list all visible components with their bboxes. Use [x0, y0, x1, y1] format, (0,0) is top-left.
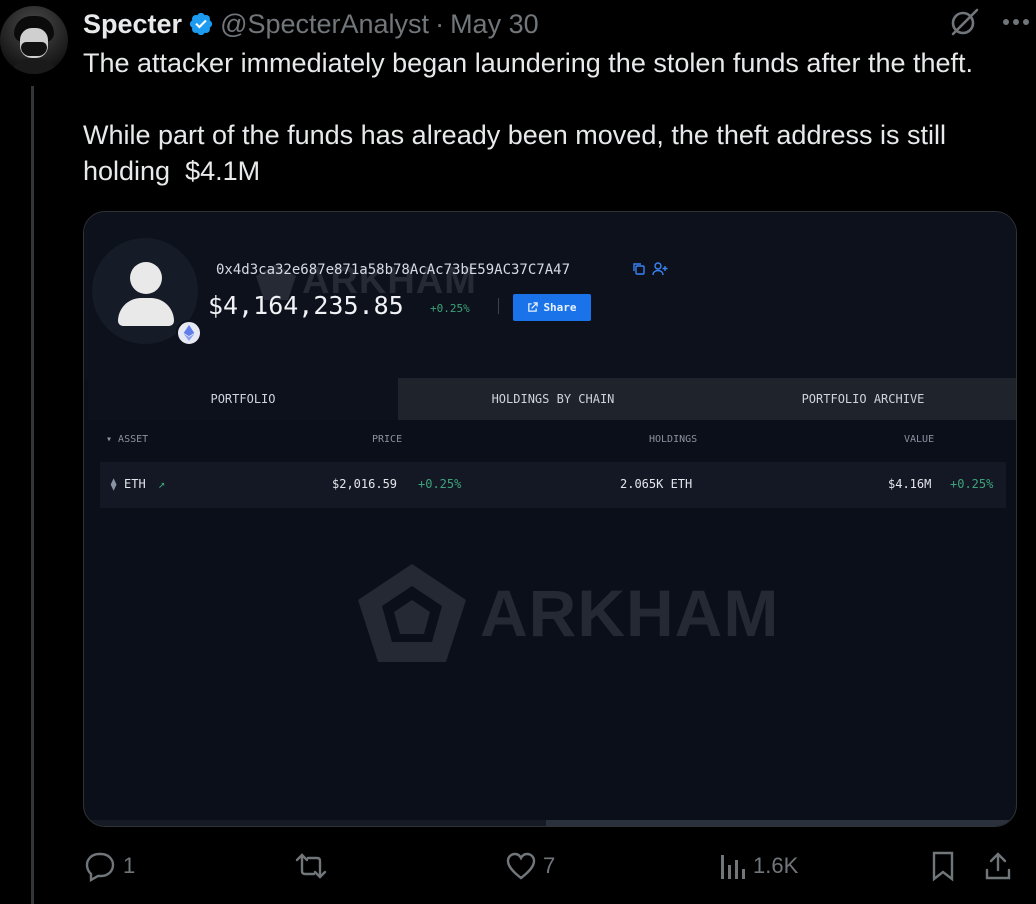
wallet-balance: $4,164,235.85	[208, 291, 404, 320]
reply-count: 1	[123, 853, 136, 878]
ethereum-icon	[176, 320, 202, 346]
action-bar: 1 7 1.6K	[83, 846, 1017, 886]
reply-button[interactable]: 1	[83, 850, 135, 882]
portfolio-tabs: PORTFOLIO HOLDINGS BY CHAIN PORTFOLIO AR…	[88, 378, 1016, 420]
asset-name[interactable]: ETH	[124, 477, 146, 491]
verified-badge-icon	[188, 11, 214, 37]
balance-change: +0.25%	[430, 302, 470, 315]
author-name[interactable]: Specter	[83, 9, 182, 40]
header-actions	[948, 6, 1030, 38]
tweet-header: Specter @SpecterAnalyst · May 30	[83, 7, 539, 41]
tab-portfolio[interactable]: PORTFOLIO	[88, 378, 398, 420]
share-post-icon	[985, 852, 1011, 880]
column-price[interactable]: PRICE	[372, 434, 402, 445]
add-user-icon[interactable]	[652, 262, 668, 281]
asset-holdings: 2.065K ETH	[620, 477, 693, 491]
like-button[interactable]: 7	[505, 851, 555, 881]
bookmark-icon	[932, 851, 954, 882]
media-image[interactable]: ARKHAM 0x4d3ca32e687e871a58b78AcAc73bE59…	[83, 211, 1017, 827]
asset-price: $2,016.59	[332, 477, 398, 491]
author-avatar[interactable]	[0, 6, 68, 74]
value-change: +0.25%	[950, 477, 994, 491]
share-post-button[interactable]	[983, 850, 1013, 882]
arkham-logo-icon	[358, 564, 466, 662]
share-button[interactable]: Share	[513, 294, 591, 321]
author-handle[interactable]: @SpecterAnalyst	[220, 9, 429, 40]
tab-portfolio-archive[interactable]: PORTFOLIO ARCHIVE	[708, 378, 1016, 420]
trend-icon: ↗	[158, 477, 166, 491]
views-button[interactable]: 1.6K	[717, 851, 798, 881]
eth-icon: ⧫	[110, 477, 118, 491]
views-count: 1.6K	[753, 853, 799, 878]
grok-icon[interactable]	[948, 6, 980, 38]
address-actions	[632, 262, 668, 281]
sort-down-icon: ▾	[106, 434, 119, 445]
tweet-text: The attacker immediately began launderin…	[83, 48, 974, 186]
repost-icon	[295, 853, 327, 879]
post-date[interactable]: May 30	[450, 9, 539, 40]
column-asset[interactable]: ▾ ASSET	[106, 434, 148, 445]
bookmark-button[interactable]	[929, 850, 957, 882]
views-icon	[721, 855, 745, 879]
heart-icon	[506, 852, 536, 880]
like-count: 7	[543, 853, 556, 878]
asset-value: $4.16M	[888, 477, 932, 491]
price-change: +0.25%	[418, 477, 462, 491]
entity-header: ARKHAM 0x4d3ca32e687e871a58b78AcAc73bE59…	[84, 212, 1016, 378]
repost-button[interactable]	[293, 850, 335, 882]
tweet: Specter @SpecterAnalyst · May 30 The att…	[0, 0, 1036, 904]
copy-icon[interactable]	[632, 262, 646, 281]
table-header: ▾ ASSET PRICE HOLDINGS VALUE	[88, 420, 1014, 460]
wallet-address[interactable]: 0x4d3ca32e687e871a58b78AcAc73bE59AC37C7A…	[216, 262, 570, 278]
share-icon	[528, 302, 539, 312]
column-value[interactable]: VALUE	[904, 434, 934, 445]
divider	[498, 298, 499, 314]
tab-holdings-by-chain[interactable]: HOLDINGS BY CHAIN	[398, 378, 708, 420]
column-holdings[interactable]: HOLDINGS	[649, 434, 697, 445]
reply-icon	[85, 852, 115, 882]
watermark-large: ARKHAM	[358, 564, 779, 662]
separator-dot: ·	[435, 8, 445, 39]
scrollbar-thumb[interactable]	[546, 820, 1014, 826]
thread-line	[31, 86, 34, 904]
table-row[interactable]: ⧫ ETH ↗ $2,016.59 +0.25% 2.065K ETH $4.1…	[100, 462, 1006, 508]
more-icon[interactable]	[1002, 18, 1030, 26]
